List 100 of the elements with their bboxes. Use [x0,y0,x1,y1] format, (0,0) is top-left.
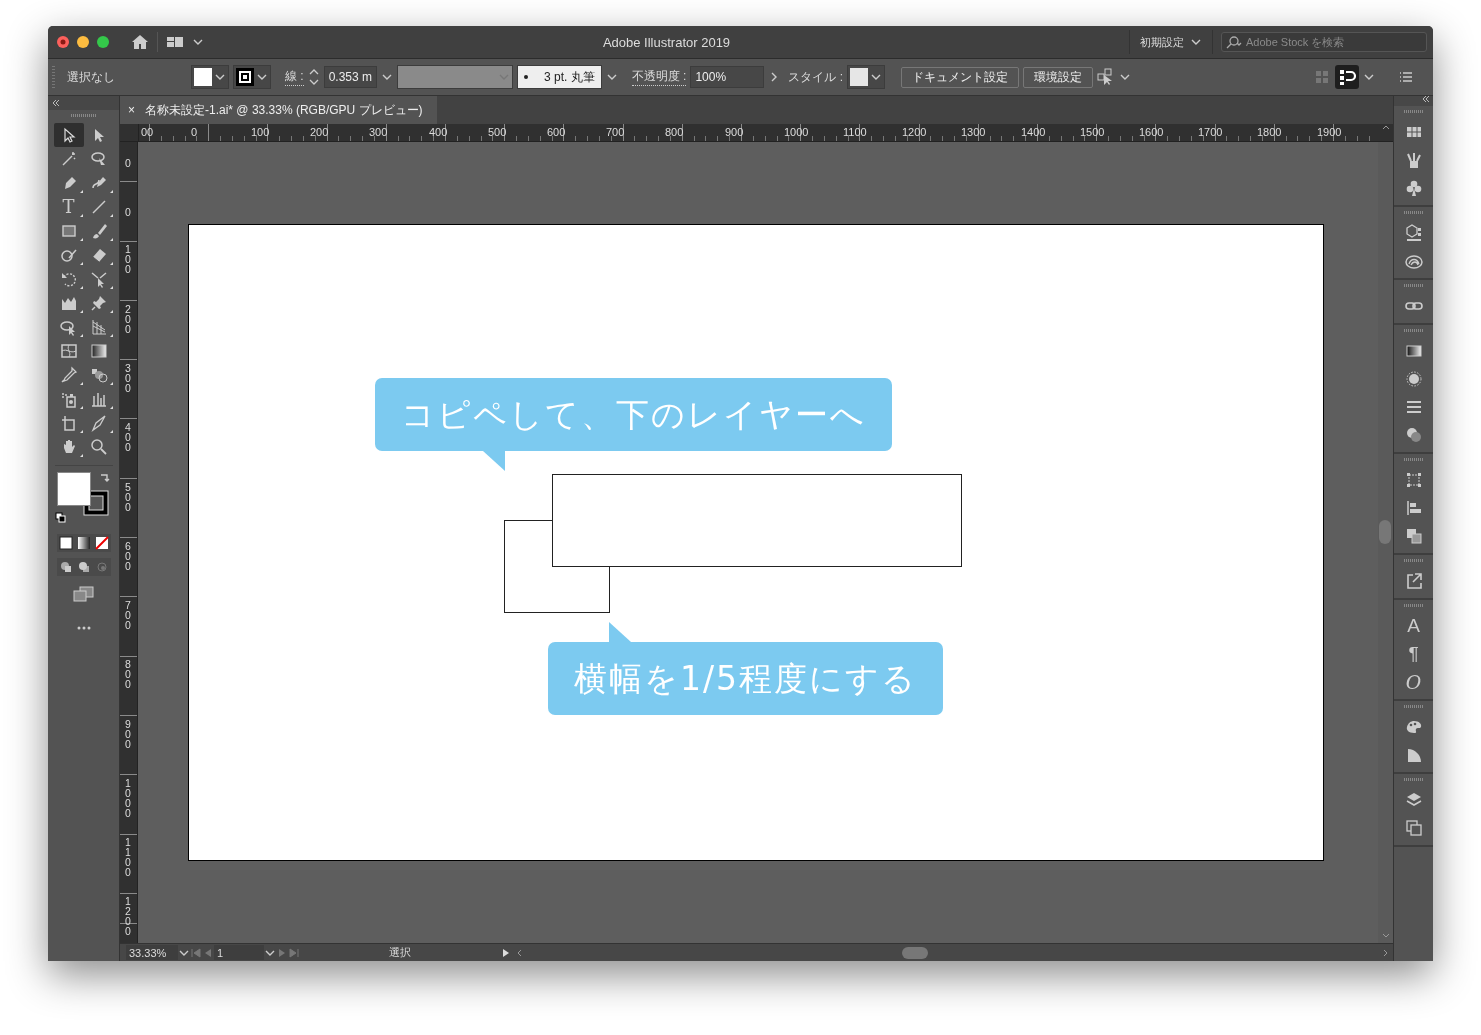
transparency-icon[interactable] [1404,426,1423,444]
opacity-field[interactable]: 100% [690,66,765,88]
opentype-panel-icon[interactable]: O [1405,673,1422,691]
palette-icon[interactable] [1404,718,1423,736]
scroll-up-icon[interactable] [1381,124,1390,132]
scrollbar-thumb[interactable] [1379,520,1391,544]
ruler-label: 1200 [124,896,132,936]
gradient-panel-icon[interactable] [1404,342,1423,360]
type-tool-icon[interactable]: T [62,198,75,216]
maximize-window-icon[interactable] [97,36,109,48]
paragraph-panel-icon[interactable]: ¶ [1408,645,1419,663]
club-icon[interactable] [1404,179,1423,197]
ruler-label: 1300 [961,125,986,139]
lasso-icon[interactable] [89,150,108,168]
selection-status: 選択なし [67,68,116,86]
document-tab[interactable]: × 名称未設定-1.ai* @ 33.33% (RGB/GPU プレビュー) [120,96,437,124]
transform-icon[interactable] [1404,471,1423,489]
scroll-left-icon[interactable] [516,948,524,957]
color-mode-icon[interactable] [58,536,73,550]
screen-mode-icon[interactable] [72,586,95,602]
artboard-number-field[interactable]: 1 [214,945,264,960]
shape-builder-icon[interactable] [59,318,78,336]
ruler-label: 300 [369,125,388,139]
ruler-label: 1000 [784,125,809,139]
artboard-tool-icon[interactable] [59,414,78,432]
draw-normal-icon[interactable] [58,560,73,574]
blend-tool-icon[interactable] [89,366,108,384]
stepper-icon[interactable] [307,68,320,86]
stock-search-field[interactable]: Adobe Stock を検索 [1221,32,1427,52]
close-window-icon[interactable] [57,36,69,48]
gradient-tool-icon[interactable] [89,342,108,360]
appearance-icon[interactable] [1404,370,1423,388]
toolbar-button[interactable]: ドキュメント設定 [901,66,1020,88]
swap-arrow-icon[interactable] [98,472,111,484]
ruler-label: 1700 [1198,125,1223,139]
layers-icon[interactable] [1404,791,1423,809]
artboards-panel-icon[interactable] [1404,819,1423,837]
draw-behind-icon[interactable] [76,560,91,574]
ruler-label: 1000 [124,778,132,818]
cloud-libraries-icon[interactable] [1404,252,1423,270]
ruler-label: 100 [251,125,270,139]
scroll-down-icon[interactable] [1381,932,1390,940]
ruler-label: 1600 [1139,125,1164,139]
ruler-label: 900 [124,719,132,749]
warp-tool-icon[interactable] [89,270,108,288]
brush-dropdown[interactable]: 3 pt. 丸筆 [517,65,602,89]
default-colors-icon[interactable] [54,512,66,523]
ruler-label: 400 [124,422,132,452]
stroke-label[interactable]: 線 : [285,68,304,86]
ruler-label: 200 [124,304,132,334]
panel-layout-button[interactable] [1335,65,1359,89]
export-icon[interactable] [1404,572,1423,590]
symbol-sprayer-icon[interactable] [59,390,78,408]
asset-export-icon[interactable] [1404,224,1423,242]
ruler-label: 400 [429,125,448,139]
ruler-label: 00 [141,125,154,139]
minimize-window-icon[interactable] [77,36,89,48]
graphic-style-dropdown[interactable] [847,65,886,89]
pathfinder-icon[interactable] [1404,527,1423,545]
overlapping-rectangles-drawing[interactable] [504,474,963,614]
collapse-icon[interactable] [1422,96,1430,102]
close-tab-button[interactable]: × [128,103,135,117]
ruler-label: 1800 [1257,125,1282,139]
ruler-label: 1200 [902,125,927,139]
fill-swatch[interactable] [56,472,91,506]
brush-pot-icon[interactable] [1404,151,1423,169]
ruler-label: 500 [488,125,507,139]
scroll-right-icon[interactable] [1381,948,1389,957]
stroke-panel-icon[interactable] [1404,398,1423,416]
stroke-swatch-icon [236,68,254,86]
stroke-weight-field[interactable]: 0.353 m [323,66,378,88]
variable-width-dropdown[interactable] [397,65,514,89]
mesh-tool-icon[interactable] [59,342,78,360]
perspective-grid-icon[interactable] [89,318,108,336]
more-tools-icon[interactable] [76,626,91,630]
collapse-icon[interactable] [52,100,60,106]
ruler-label: 700 [124,600,132,630]
pin-icon[interactable] [89,294,108,312]
rectangle-tool-icon[interactable] [59,222,78,240]
bubble-tail-icon [609,622,631,642]
zoom-level-field[interactable]: 33.33% [126,945,178,960]
none-mode-icon[interactable] [94,536,109,550]
workspace-switcher[interactable]: 初期設定 [1129,30,1213,54]
bar-graph-icon[interactable] [89,390,108,408]
toolbar-button[interactable]: 環境設定 [1023,66,1094,88]
rotate-tool-icon[interactable] [59,270,78,288]
zoom-tool-icon[interactable] [89,438,108,456]
slice-tool-icon[interactable] [89,414,108,432]
stroke-color-dropdown[interactable] [233,65,271,89]
scrollbar-thumb[interactable] [902,947,928,959]
ruler-label: 1100 [124,837,132,877]
eyedropper-icon[interactable] [59,366,78,384]
opacity-label[interactable]: 不透明度 : [631,68,687,86]
character-panel-icon[interactable]: A [1407,617,1420,635]
ruler-label: 600 [124,541,132,571]
home-icon[interactable] [131,33,149,51]
gradient-mode-icon[interactable] [76,536,91,550]
fill-color-dropdown[interactable] [191,65,229,89]
align-icon[interactable] [1404,499,1423,517]
ruler-label: 600 [547,125,566,139]
